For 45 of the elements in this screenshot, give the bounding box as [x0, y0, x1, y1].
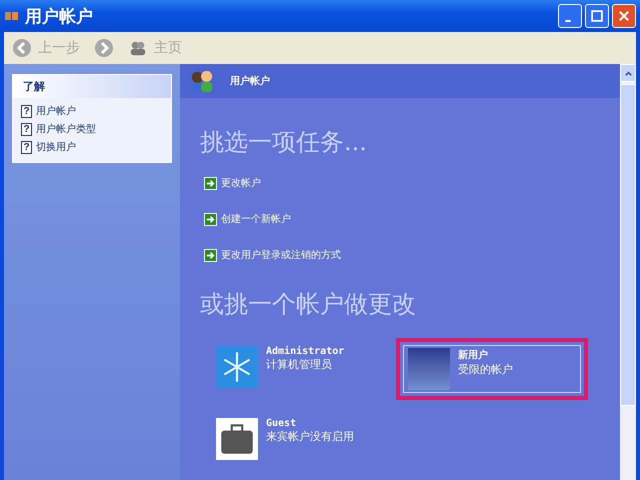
- help-icon: ?: [21, 104, 32, 118]
- arrow-icon: [204, 212, 217, 226]
- sidebar-title: 了解: [13, 75, 171, 98]
- help-link-label: 用户帐户: [36, 104, 76, 118]
- task-label: 更改帐户: [221, 176, 261, 190]
- scroll-thumb[interactable]: [620, 84, 636, 406]
- account-type: 计算机管理员: [266, 357, 333, 372]
- photo-placeholder: [408, 348, 450, 390]
- task-label: 创建一个新帐户: [221, 212, 291, 226]
- account-name: Administrator: [266, 346, 344, 357]
- account-type: 受限的帐户: [458, 362, 513, 377]
- arrow-icon: [204, 248, 217, 262]
- help-icon: ?: [21, 122, 32, 136]
- scrollbar[interactable]: [620, 64, 636, 480]
- account-name: 新用户: [458, 348, 489, 362]
- task-link[interactable]: 创建一个新帐户: [204, 212, 620, 226]
- account-name: Guest: [266, 418, 298, 429]
- close-icon: [617, 9, 631, 23]
- window-title: 用户帐户: [25, 6, 94, 28]
- maximize-button[interactable]: [585, 4, 609, 28]
- task-heading: 挑选一项任务...: [200, 127, 368, 158]
- snowflake-picture: [216, 346, 258, 388]
- help-link-label: 用户帐户类型: [36, 122, 96, 136]
- task-link[interactable]: 更改用户登录或注销的方式: [204, 248, 620, 262]
- account-tile[interactable]: Guest 来宾帐户没有启用: [210, 410, 396, 468]
- caret-icon: [624, 68, 632, 78]
- account-type: 来宾帐户没有启用: [266, 429, 354, 444]
- help-link[interactable]: ? 切换用户: [21, 138, 163, 156]
- arrow-icon: [204, 176, 217, 190]
- maximize-icon: [590, 9, 604, 23]
- account-heading: 或挑一个帐户做更改: [200, 289, 417, 320]
- scroll-up-button[interactable]: [620, 64, 636, 82]
- task-label: 更改用户登录或注销的方式: [221, 248, 341, 262]
- help-icon: ?: [21, 140, 32, 154]
- help-link-label: 切换用户: [36, 140, 76, 154]
- minimize-button[interactable]: [558, 4, 582, 28]
- help-link[interactable]: ? 用户帐户类型: [21, 120, 163, 138]
- account-tile[interactable]: Administrator 计算机管理员: [210, 338, 396, 400]
- account-tile[interactable]: 新用户 受限的帐户: [396, 338, 588, 400]
- minimize-icon: [565, 20, 571, 22]
- help-link[interactable]: ? 用户帐户: [21, 102, 163, 120]
- close-button[interactable]: [612, 4, 636, 28]
- suitcase-picture: [216, 418, 258, 460]
- task-link[interactable]: 更改帐户: [204, 176, 620, 190]
- header-title: 用户帐户: [230, 74, 270, 88]
